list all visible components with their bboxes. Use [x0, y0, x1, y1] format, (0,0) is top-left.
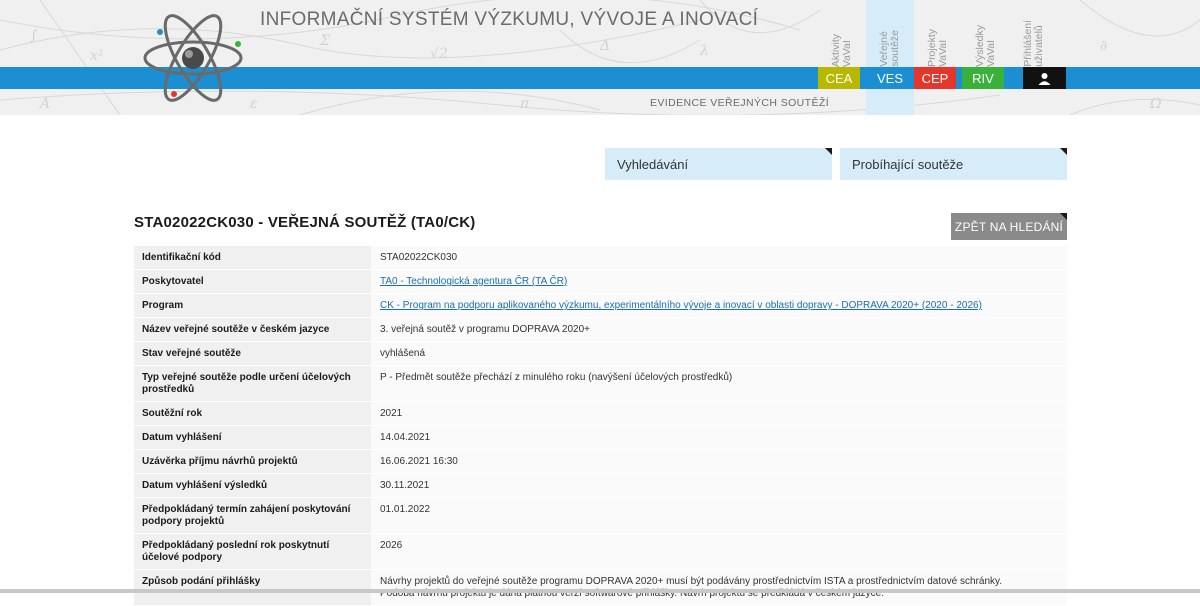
active-tab-highlight — [866, 89, 914, 115]
table-row: Program CK - Program na podporu aplikova… — [134, 293, 1067, 318]
provider-link[interactable]: TA0 - Technologická agentura ČR (TA ČR) — [380, 276, 567, 287]
site-header: ∫ x² A Σ √2 π λ ∂ Ω ε Δ INFORMAČNÍ SYSTÉM VÝZKU… — [0, 0, 1200, 115]
table-row: Identifikační kód STA02022CK030 — [134, 246, 1067, 270]
svg-text:∂: ∂ — [1100, 38, 1107, 54]
table-row: Datum vyhlášení 14.04.2021 — [134, 425, 1067, 450]
svg-text:Δ: Δ — [599, 38, 610, 54]
svg-text:x²: x² — [90, 48, 104, 64]
field-label: Název veřejné soutěže v českém jazyce — [134, 317, 371, 342]
field-value: 2026 — [371, 533, 1067, 570]
field-label: Program — [134, 293, 371, 318]
field-label: Identifikační kód — [134, 246, 371, 270]
ongoing-competitions-nav-button[interactable]: Probíhající soutěže — [840, 148, 1067, 180]
field-value: P - Předmět soutěže přechází z minulého … — [371, 365, 1067, 402]
bottom-scrollbar[interactable] — [0, 589, 1200, 593]
tab-aktivity-vavai[interactable]: Aktivity VaVaI — [818, 0, 866, 67]
field-label: Datum vyhlášení — [134, 425, 371, 450]
field-value: 14.04.2021 — [371, 425, 1067, 450]
atom-logo[interactable] — [138, 10, 248, 105]
table-row: Stav veřejné soutěže vyhlášená — [134, 341, 1067, 366]
tab-ves[interactable]: VES — [866, 67, 914, 89]
field-label: Způsob podání přihlášky — [134, 569, 371, 606]
table-row: Předpokládaný termín zahájení poskytován… — [134, 497, 1067, 534]
page-title: STA02022CK030 - VEŘEJNÁ SOUTĚŽ (TA0/CK) — [134, 214, 476, 231]
svg-text:λ: λ — [699, 43, 709, 59]
field-value: STA02022CK030 — [371, 246, 1067, 270]
tab-verejne-souteze[interactable]: Veřejné soutěže — [866, 0, 914, 67]
field-value: 3. veřejná soutěž v programu DOPRAVA 202… — [371, 317, 1067, 342]
field-label: Předpokládaný poslední rok poskytnutí úč… — [134, 533, 371, 570]
tab-vysledky-vavai[interactable]: Výsledky VaVaI — [962, 0, 1010, 67]
user-icon — [1038, 72, 1051, 85]
tab-prihlaseni-uzivatelu[interactable]: Přihlášení uživatelů — [1010, 0, 1058, 67]
table-row: Název veřejné soutěže v českém jazyce 3.… — [134, 317, 1067, 342]
svg-text:A: A — [38, 96, 50, 112]
field-value: Návrhy projektů do veřejné soutěže progr… — [371, 569, 1067, 606]
svg-text:Σ: Σ — [319, 33, 330, 49]
field-label: Stav veřejné soutěže — [134, 341, 371, 366]
section-label: EVIDENCE VEŘEJNÝCH SOUTĚŽÍ — [650, 97, 830, 109]
svg-text:Ω: Ω — [1149, 96, 1162, 112]
back-to-search-button[interactable]: ZPĚT NA HLEDÁNÍ — [951, 213, 1067, 240]
table-row: Typ veřejné soutěže podle určení účelový… — [134, 365, 1067, 402]
field-label: Poskytovatel — [134, 269, 371, 294]
tab-cea[interactable]: CEA — [818, 67, 860, 89]
svg-text:√2: √2 — [430, 46, 448, 62]
table-row: Způsob podání přihlášky Návrhy projektů … — [134, 569, 1067, 606]
field-value: vyhlášená — [371, 341, 1067, 366]
site-title[interactable]: INFORMAČNÍ SYSTÉM VÝZKUMU, VÝVOJE A INOV… — [260, 9, 758, 31]
field-label: Uzávěrka příjmu návrhů projektů — [134, 449, 371, 474]
program-link[interactable]: CK - Program na podporu aplikovaného výz… — [380, 300, 982, 311]
tab-riv[interactable]: RIV — [962, 67, 1004, 89]
field-value: 01.01.2022 — [371, 497, 1067, 534]
field-label: Předpokládaný termín zahájení poskytován… — [134, 497, 371, 534]
table-row: Uzávěrka příjmu návrhů projektů 16.06.20… — [134, 449, 1067, 474]
svg-text:π: π — [519, 96, 530, 112]
svg-text:ε: ε — [250, 96, 258, 112]
table-row: Soutěžní rok 2021 — [134, 401, 1067, 426]
search-nav-button[interactable]: Vyhledávání — [605, 148, 832, 180]
field-value: 2021 — [371, 401, 1067, 426]
table-row: Datum vyhlášení výsledků 30.11.2021 — [134, 473, 1067, 498]
field-label: Soutěžní rok — [134, 401, 371, 426]
table-row: Poskytovatel TA0 - Technologická agentur… — [134, 269, 1067, 294]
competition-detail-table: Identifikační kód STA02022CK030 Poskytov… — [134, 246, 1067, 606]
field-value-line: Návrhy projektů do veřejné soutěže progr… — [380, 576, 1003, 587]
field-label: Typ veřejné soutěže podle určení účelový… — [134, 365, 371, 402]
tab-cep[interactable]: CEP — [914, 67, 956, 89]
table-row: Předpokládaný poslední rok poskytnutí úč… — [134, 533, 1067, 570]
svg-text:∫: ∫ — [30, 28, 37, 44]
user-login-button[interactable] — [1023, 67, 1066, 89]
field-label: Datum vyhlášení výsledků — [134, 473, 371, 498]
field-value: 30.11.2021 — [371, 473, 1067, 498]
tab-projekty-vavai[interactable]: Projekty VaVaI — [914, 0, 962, 67]
field-value: 16.06.2021 16:30 — [371, 449, 1067, 474]
